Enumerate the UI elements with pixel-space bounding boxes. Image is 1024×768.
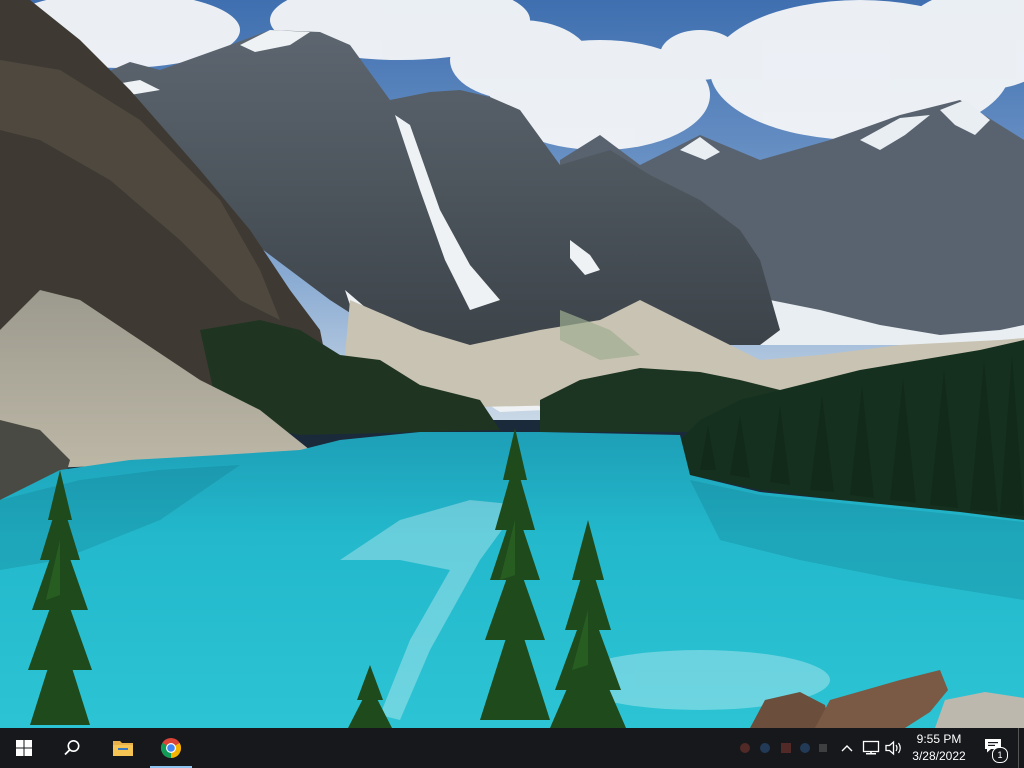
search-icon [64,740,80,756]
windows-logo-icon [16,740,32,756]
chevron-up-icon [841,745,853,752]
show-hidden-icons-button[interactable] [838,728,856,768]
show-desktop-button[interactable] [1018,728,1024,768]
taskbar-clock[interactable]: 9:55 PM 3/28/2022 [902,728,976,768]
volume-button[interactable] [884,728,904,768]
file-explorer-icon [113,741,133,756]
action-center-button[interactable]: 1 [980,728,1010,768]
taskbar-file-explorer-button[interactable] [98,728,148,768]
clock-date: 3/28/2022 [912,749,966,763]
tray-faint-icons [738,728,830,768]
taskbar: 9:55 PM 3/28/2022 1 [0,728,1024,768]
notification-count-badge: 1 [992,747,1008,763]
search-button[interactable] [48,728,96,768]
network-button[interactable] [860,728,882,768]
start-button[interactable] [0,728,48,768]
taskbar-chrome-button[interactable] [150,728,192,768]
desktop[interactable] [0,0,1024,728]
clock-time: 9:55 PM [916,732,962,746]
wallpaper-image [0,0,1024,728]
network-icon [862,740,880,755]
volume-icon [885,740,901,756]
chrome-icon [161,738,181,758]
